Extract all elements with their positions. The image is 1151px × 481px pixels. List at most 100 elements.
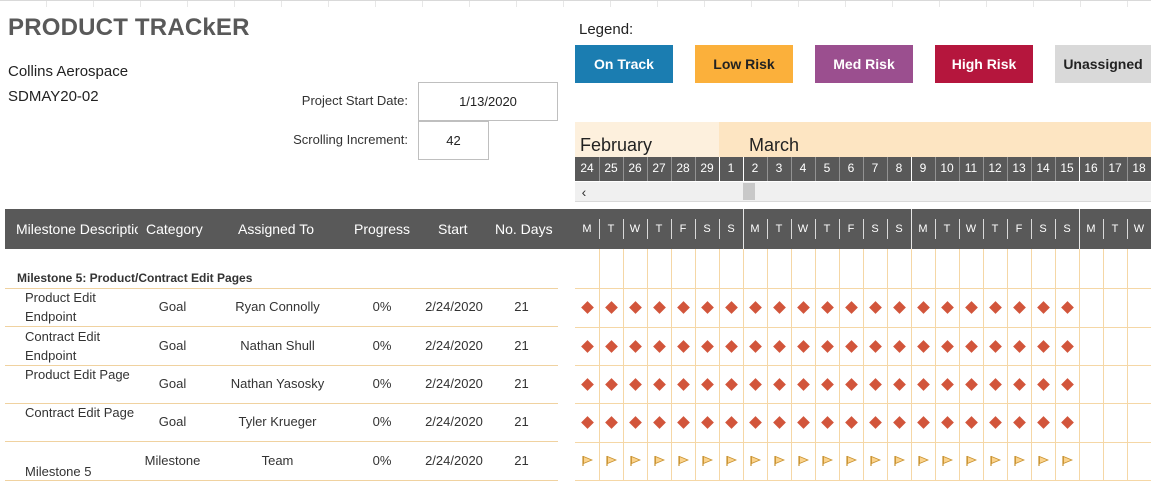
table-row[interactable]: Product Edit Endpoint Goal Ryan Connolly 0%…	[0, 288, 560, 326]
weekday-separator	[1007, 219, 1008, 239]
weekday-separator	[695, 219, 696, 239]
column-header-assigned: Assigned To	[238, 221, 315, 237]
milestone-flag-icon	[990, 455, 1001, 466]
goal-diamond-marker	[1060, 415, 1074, 429]
goal-diamond-marker	[1060, 377, 1074, 391]
day-separator	[959, 157, 960, 181]
weekday-separator	[1031, 219, 1032, 239]
weekday-separator	[767, 219, 768, 239]
app-title: PRODUCT TRACkER	[8, 14, 250, 41]
weekday-label: S	[703, 223, 711, 235]
goal-diamond-marker	[1012, 377, 1026, 391]
task-assignee: Nathan Shull	[240, 338, 315, 353]
task-category: Milestone	[144, 453, 201, 468]
milestone-flag-icon	[630, 455, 641, 466]
weekday-separator	[743, 209, 744, 249]
day-number: 11	[964, 161, 978, 175]
day-number: 17	[1108, 161, 1122, 175]
task-duration: 21	[514, 414, 529, 429]
goal-diamond-marker	[940, 300, 954, 314]
task-progress: 0%	[372, 414, 392, 429]
scroll-left-arrow-icon[interactable]: ‹	[577, 182, 591, 202]
month-band: February March	[575, 122, 1151, 157]
goal-diamond-marker	[748, 415, 762, 429]
weekday-label: T	[775, 223, 783, 235]
table-row[interactable]: Contract Edit Page Goal Tyler Krueger 0% 2/2…	[0, 403, 560, 441]
goal-diamond-marker	[1036, 339, 1050, 353]
goal-diamond-marker	[964, 415, 978, 429]
goal-diamond-marker	[748, 300, 762, 314]
goal-diamond-marker	[892, 339, 906, 353]
weekday-label: W	[1133, 223, 1145, 235]
day-separator	[599, 157, 600, 181]
weekday-separator	[623, 219, 624, 239]
goal-diamond-marker	[964, 300, 978, 314]
day-separator	[1127, 157, 1128, 181]
task-progress: 0%	[372, 338, 392, 353]
goal-diamond-marker	[868, 377, 882, 391]
task-progress: 0%	[372, 299, 392, 314]
weekday-separator	[719, 219, 720, 239]
goal-diamond-marker	[1036, 300, 1050, 314]
table-row[interactable]: Milestone 5 Milestone Team 0% 2/24/2020 21	[0, 442, 560, 480]
weekday-separator	[599, 219, 600, 239]
goal-diamond-marker	[628, 377, 642, 391]
milestone-flag-icon	[726, 455, 737, 466]
weekday-separator	[1103, 219, 1104, 239]
goal-diamond-marker	[1012, 339, 1026, 353]
weekday-label: S	[727, 223, 735, 235]
weekday-separator	[1079, 209, 1080, 249]
goal-diamond-marker	[916, 415, 930, 429]
day-separator	[935, 157, 936, 181]
legend-on-track: On Track	[575, 45, 673, 83]
task-start-date: 2/24/2020	[425, 299, 483, 314]
scroll-increment-input[interactable]: 42	[418, 121, 489, 160]
goal-diamond-marker	[724, 415, 738, 429]
day-number: 16	[1084, 161, 1098, 175]
weekday-label: T	[991, 223, 999, 235]
day-number: 5	[823, 161, 831, 175]
legend-high-risk: High Risk	[935, 45, 1033, 83]
start-date-input[interactable]: 1/13/2020	[418, 82, 558, 121]
goal-diamond-marker	[700, 339, 714, 353]
day-number: 9	[919, 161, 927, 175]
goal-diamond-marker	[988, 339, 1002, 353]
day-separator	[839, 157, 840, 181]
month-label-march: March	[749, 135, 800, 155]
milestone-flag-icon	[846, 455, 857, 466]
column-header-category: Category	[146, 221, 203, 237]
day-number: 18	[1132, 161, 1146, 175]
goal-diamond-marker	[844, 415, 858, 429]
milestone-flag-icon	[606, 455, 617, 466]
goal-diamond-marker	[916, 300, 930, 314]
goal-diamond-marker	[1012, 300, 1026, 314]
milestone-flag-icon	[822, 455, 833, 466]
task-start-date: 2/24/2020	[425, 376, 483, 391]
day-separator	[1079, 157, 1080, 181]
goal-diamond-marker	[844, 377, 858, 391]
goal-diamond-marker	[772, 415, 786, 429]
day-number: 13	[1012, 161, 1026, 175]
day-separator	[695, 157, 696, 181]
goal-diamond-marker	[580, 339, 594, 353]
weekday-label: W	[965, 223, 977, 235]
table-row[interactable]: Contract Edit Endpoint Goal Nathan Shull 0%…	[0, 327, 560, 365]
goal-diamond-marker	[796, 377, 810, 391]
legend-unassigned: Unassigned	[1055, 45, 1151, 83]
milestone-flag-icon	[942, 455, 953, 466]
milestone-flag-icon	[918, 455, 929, 466]
goal-diamond-marker	[1060, 300, 1074, 314]
scrollbar-thumb[interactable]	[743, 183, 755, 200]
timeline-scrollbar[interactable]: ‹	[575, 182, 1151, 202]
goal-diamond-marker	[724, 339, 738, 353]
day-number: 6	[847, 161, 855, 175]
table-row[interactable]: Product Edit Page Goal Nathan Yasosky 0% 2/2…	[0, 365, 560, 403]
goal-diamond-marker	[1036, 415, 1050, 429]
milestone-flag-icon	[798, 455, 809, 466]
weekday-separator	[959, 219, 960, 239]
goal-diamond-marker	[916, 339, 930, 353]
weekday-label: T	[823, 223, 831, 235]
goal-diamond-marker	[628, 300, 642, 314]
task-assignee: Team	[261, 453, 294, 468]
goal-diamond-marker	[868, 339, 882, 353]
